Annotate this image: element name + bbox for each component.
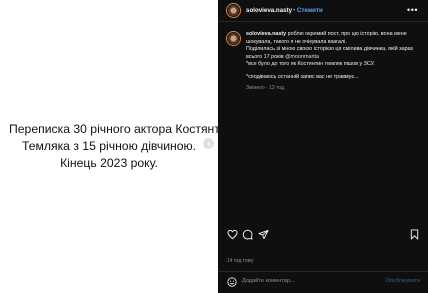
caption-paragraph: solovieva.nasty роблю окремий пост, про …: [246, 31, 422, 46]
post-header: solovieva.nasty • Стежити •••: [218, 0, 428, 22]
heart-icon: [227, 229, 238, 240]
bookmark-icon: [410, 229, 419, 240]
comment-button[interactable]: [242, 229, 253, 240]
media-text: Переписка 30 річного актора Костянтина Т…: [9, 121, 241, 172]
post-side-panel: solovieva.nasty • Стежити ••• solovieva.…: [218, 0, 428, 293]
avatar[interactable]: [227, 4, 240, 17]
action-bar: [218, 229, 428, 243]
like-button[interactable]: [227, 229, 238, 240]
next-slide-button[interactable]: [203, 138, 214, 149]
post-media: Переписка 30 річного актора Костянтина Т…: [0, 0, 241, 293]
caption-paragraph: *все було до того як Костянтин темляк пі…: [246, 61, 375, 68]
share-icon: [258, 229, 269, 240]
save-button[interactable]: [409, 229, 420, 240]
avatar[interactable]: [227, 32, 240, 45]
comment-input[interactable]: Додайте коментар...: [242, 278, 362, 284]
add-comment-bar: Додайте коментар... Опублікувати: [218, 275, 428, 289]
chevron-right-icon: [207, 141, 211, 146]
post-dialog: Переписка 30 річного актора Костянтина Т…: [0, 0, 428, 293]
caption-line: Поділилась зі мною своєю історією ця смі…: [246, 46, 414, 60]
follow-area: • Стежити: [293, 7, 323, 14]
mention-link[interactable]: @moonmarita: [285, 54, 319, 60]
caption-paragraph: *сподіваюсь останній запис вас не травму…: [246, 74, 359, 81]
divider: [218, 271, 428, 272]
edited-label: Змінено · 13 тод.: [246, 85, 286, 92]
follow-button[interactable]: Стежити: [297, 7, 323, 14]
media-line: Переписка 30 річного актора Костянтина: [9, 122, 241, 136]
separator-dot: •: [293, 7, 296, 14]
emoji-icon: [227, 277, 237, 287]
share-button[interactable]: [258, 229, 269, 240]
media-line: Кінець 2023 року.: [60, 156, 158, 170]
caption-text: solovieva.nasty роблю окремий пост, про …: [246, 31, 422, 93]
post-timestamp[interactable]: 14 год тому: [227, 258, 254, 264]
media-line: Темляка з 15 річною дівчиною.: [21, 139, 197, 153]
post-comment-button[interactable]: Опублікувати: [385, 278, 420, 284]
caption-username[interactable]: solovieva.nasty: [246, 31, 286, 37]
more-icon[interactable]: •••: [407, 5, 418, 15]
caption-paragraph: Поділилась зі мною своєю історією ця смі…: [246, 46, 422, 61]
comment-icon: [242, 229, 253, 240]
emoji-button[interactable]: [227, 277, 237, 287]
header-username[interactable]: solovieva.nasty: [246, 7, 292, 14]
